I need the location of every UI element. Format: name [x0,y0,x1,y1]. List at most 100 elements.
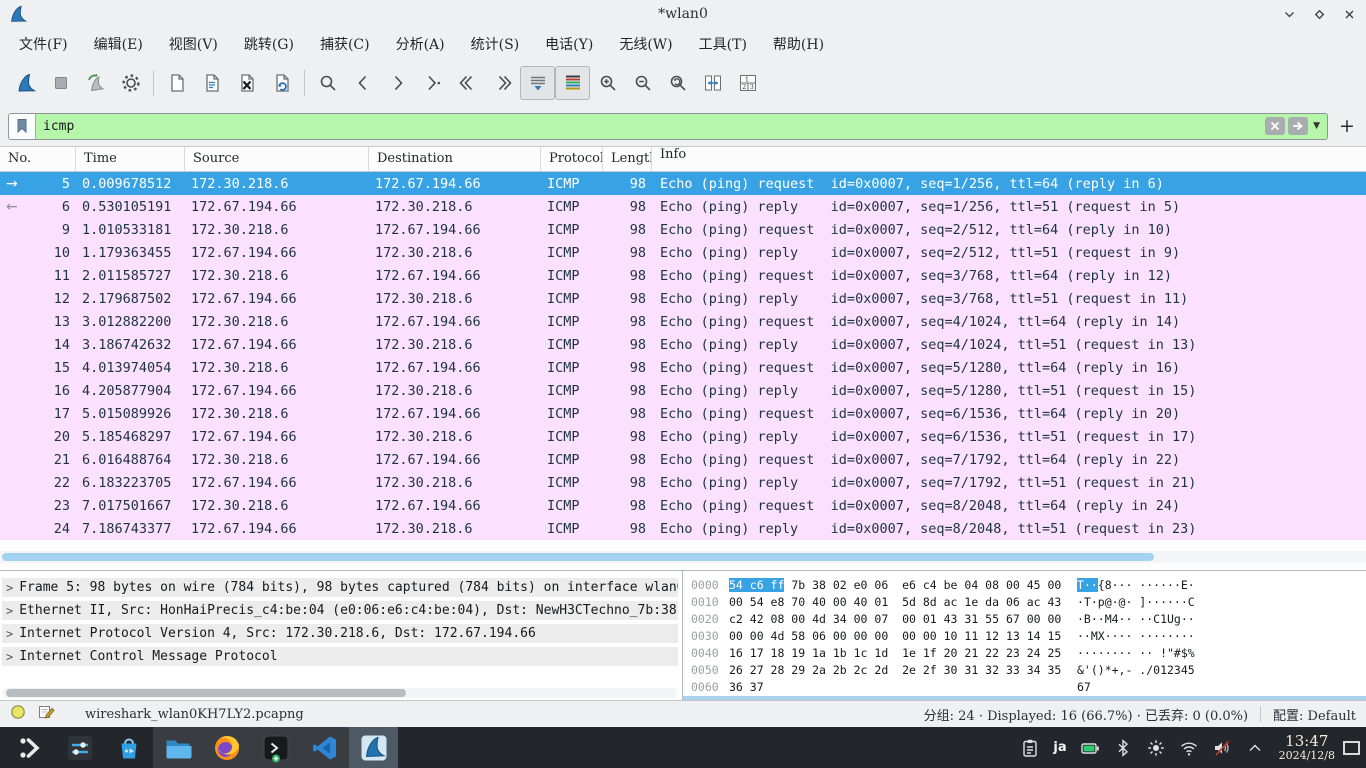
profile-label[interactable]: 配置: Default [1273,705,1356,724]
goto-packet-button[interactable] [415,66,450,100]
menu-item-7[interactable]: 电话(Y) [532,29,606,59]
taskbar-terminal-button[interactable] [251,727,300,768]
hex-ascii[interactable]: 67 [1077,680,1091,694]
taskbar-discover-button[interactable] [104,727,153,768]
detail-line-1[interactable]: >Ethernet II, Src: HonHaiPrecis_c4:be:04… [2,601,678,620]
stop-capture-button[interactable] [43,66,78,100]
capture-file-name[interactable]: wireshark_wlan0KH7LY2.pcapng [85,707,304,722]
tray-expand-arrow-icon[interactable] [1245,738,1265,758]
menu-item-4[interactable]: 捕获(C) [307,29,383,59]
hex-ascii[interactable]: ·B··M4·· ··C1Ug·· [1077,612,1195,626]
detail-hscrollbar-thumb[interactable] [6,689,406,697]
packet-row-16[interactable]: 164.205877904172.67.194.66172.30.218.6IC… [0,379,1366,402]
taskbar-wireshark-button[interactable] [349,727,398,768]
column-header-time[interactable]: Time [76,147,185,171]
menu-item-1[interactable]: 编辑(E) [81,29,156,59]
packet-list-hscrollbar-thumb[interactable] [2,553,1154,561]
zoom-out-button[interactable] [625,66,660,100]
hex-row-0030[interactable]: 003000 00 4d 58 06 00 00 00 00 00 10 11 … [691,627,1366,644]
hex-row-0040[interactable]: 004016 17 18 19 1a 1b 1c 1d 1e 1f 20 21 … [691,644,1366,661]
tray-volume-muted-icon[interactable] [1212,738,1232,758]
show-desktop-button[interactable] [1343,741,1360,755]
layout-123-button[interactable]: 123 [730,66,765,100]
hex-row-0020[interactable]: 0020c2 42 08 00 4d 34 00 07 00 01 43 31 … [691,610,1366,627]
hex-bytes[interactable]: 00 54 e8 70 40 00 40 01 5d 8d ac 1e da 0… [729,595,1077,609]
packet-row-6[interactable]: 6←0.530105191172.67.194.66172.30.218.6IC… [0,195,1366,218]
detail-line-3[interactable]: >Internet Control Message Protocol [2,647,678,666]
detail-line-2[interactable]: >Internet Protocol Version 4, Src: 172.3… [2,624,678,643]
colorize-button[interactable] [555,66,590,100]
tray-bluetooth-icon[interactable] [1113,738,1133,758]
menu-item-10[interactable]: 帮助(H) [760,29,837,59]
hex-ascii[interactable]: ········ ·· !"#$% [1077,646,1195,660]
hex-ascii[interactable]: &'()*+,- ./012345 [1077,663,1195,677]
hex-bytes[interactable]: 36 37 [729,680,1077,694]
hex-bytes[interactable]: c2 42 08 00 4d 34 00 07 00 01 43 31 55 6… [729,612,1077,626]
maximize-icon[interactable] [1312,7,1326,21]
column-header-info[interactable]: Info [652,147,1366,171]
reload-file-button[interactable] [264,66,299,100]
hex-ascii[interactable]: ··MX···· ········ [1077,629,1195,643]
start-capture-button[interactable] [8,66,43,100]
next-packet-button[interactable] [380,66,415,100]
tray-brightness-icon[interactable] [1146,738,1166,758]
packet-row-22[interactable]: 226.183223705172.67.194.66172.30.218.6IC… [0,471,1366,494]
packet-row-23[interactable]: 237.017501667172.30.218.6172.67.194.66IC… [0,494,1366,517]
expand-chevron-icon[interactable]: > [2,604,19,618]
zoom-reset-button[interactable] [660,66,695,100]
expand-chevron-icon[interactable]: > [2,627,19,641]
column-header-destination[interactable]: Destination [369,147,541,171]
column-header-protocol[interactable]: Protocol [541,147,603,171]
filter-apply-button[interactable] [1288,117,1308,135]
close-icon[interactable] [1342,7,1356,21]
zoom-in-button[interactable] [590,66,625,100]
bytes-hscrollbar[interactable] [683,696,1366,700]
taskbar-launcher-button[interactable] [6,727,55,768]
menu-item-5[interactable]: 分析(A) [383,29,458,59]
save-file-button[interactable] [194,66,229,100]
filter-bookmark-button[interactable] [9,114,36,139]
menu-item-3[interactable]: 跳转(G) [231,29,307,59]
column-header-source[interactable]: Source [185,147,369,171]
last-packet-button[interactable] [485,66,520,100]
menu-item-8[interactable]: 无线(W) [606,29,685,59]
packet-row-13[interactable]: 133.012882200172.30.218.6172.67.194.66IC… [0,310,1366,333]
display-filter-input[interactable]: icmp ▼ [8,113,1328,140]
detail-hscrollbar[interactable] [2,688,677,698]
hex-row-0060[interactable]: 006036 3767 [691,678,1366,695]
filter-dropdown-caret[interactable]: ▼ [1311,121,1322,131]
hex-bytes[interactable]: 54 c6 ff 7b 38 02 e0 06 e6 c4 be 04 08 0… [729,578,1077,592]
packet-row-20[interactable]: 205.185468297172.67.194.66172.30.218.6IC… [0,425,1366,448]
expand-chevron-icon[interactable]: > [2,581,19,595]
packet-row-12[interactable]: 122.179687502172.67.194.66172.30.218.6IC… [0,287,1366,310]
previous-packet-button[interactable] [345,66,380,100]
filter-add-button[interactable]: + [1336,116,1358,136]
column-header-no[interactable]: No. [0,147,76,171]
resize-columns-button[interactable] [695,66,730,100]
taskbar-firefox-button[interactable] [202,727,251,768]
hex-row-0000[interactable]: 000054 c6 ff 7b 38 02 e0 06 e6 c4 be 04 … [691,576,1366,593]
capture-options-button[interactable] [113,66,148,100]
open-file-button[interactable] [159,66,194,100]
packet-row-15[interactable]: 154.013974054172.30.218.6172.67.194.66IC… [0,356,1366,379]
hex-ascii[interactable]: ·T·p@·@· ]······C [1077,595,1195,609]
find-packet-button[interactable] [310,66,345,100]
hex-row-0010[interactable]: 001000 54 e8 70 40 00 40 01 5d 8d ac 1e … [691,593,1366,610]
taskbar-vscode-button[interactable] [300,727,349,768]
packet-row-14[interactable]: 143.186742632172.67.194.66172.30.218.6IC… [0,333,1366,356]
capture-comment-icon[interactable] [38,704,55,724]
expand-chevron-icon[interactable]: > [2,650,19,664]
minimize-icon[interactable] [1282,7,1296,21]
packet-list-hscrollbar[interactable] [0,551,1366,563]
hex-ascii[interactable]: T··{8··· ······E· [1077,578,1195,592]
packet-row-10[interactable]: 101.179363455172.67.194.66172.30.218.6IC… [0,241,1366,264]
close-file-button[interactable] [229,66,264,100]
hex-row-0050[interactable]: 005026 27 28 29 2a 2b 2c 2d 2e 2f 30 31 … [691,661,1366,678]
menu-item-2[interactable]: 视图(V) [156,29,231,59]
hex-bytes[interactable]: 00 00 4d 58 06 00 00 00 00 00 10 11 12 1… [729,629,1077,643]
hex-bytes[interactable]: 26 27 28 29 2a 2b 2c 2d 2e 2f 30 31 32 3… [729,663,1077,677]
packet-row-5[interactable]: 5→0.009678512172.30.218.6172.67.194.66IC… [0,172,1366,195]
menu-item-9[interactable]: 工具(T) [686,29,760,59]
column-header-length[interactable]: Length [603,147,652,171]
hex-bytes[interactable]: 16 17 18 19 1a 1b 1c 1d 1e 1f 20 21 22 2… [729,646,1077,660]
